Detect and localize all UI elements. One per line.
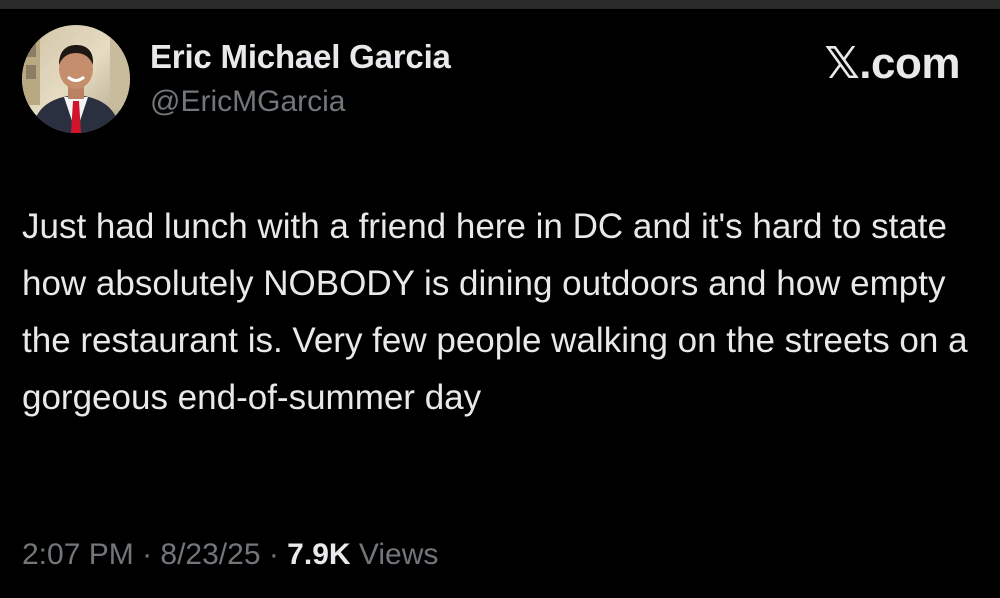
tweet-text: Just had lunch with a friend here in DC … <box>22 207 968 417</box>
tweet-time[interactable]: 2:07 PM <box>22 538 134 571</box>
avatar-photo <box>22 25 130 133</box>
tweet-meta: 2:07 PM · 8/23/25 · 7.9K Views <box>22 538 438 572</box>
meta-separator: · <box>133 538 161 571</box>
x-logo-link[interactable]: 𝕏.com <box>824 38 960 89</box>
meta-separator: · <box>260 538 288 571</box>
views-count: 7.9K <box>287 538 351 571</box>
author-handle[interactable]: @EricMGarcia <box>150 85 345 119</box>
avatar[interactable] <box>22 25 130 133</box>
author-display-name[interactable]: Eric Michael Garcia <box>150 38 451 76</box>
top-strip <box>0 0 1000 9</box>
tweet-date[interactable]: 8/23/25 <box>160 538 260 571</box>
views-label: Views <box>350 538 439 571</box>
